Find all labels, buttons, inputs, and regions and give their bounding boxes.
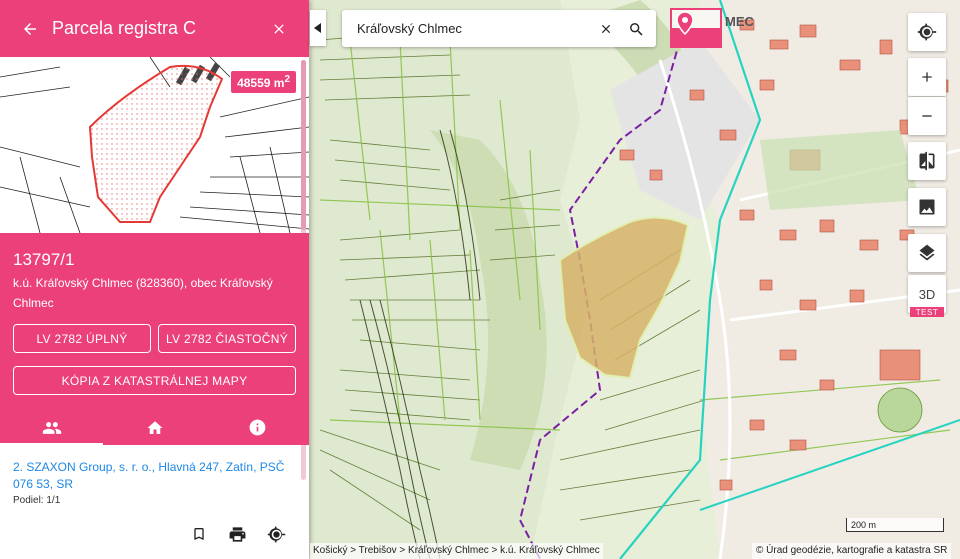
map-pin-icon <box>672 11 720 46</box>
panel-footer <box>0 507 309 559</box>
search-bar <box>342 10 656 47</box>
people-icon <box>42 421 61 434</box>
panel-tabs <box>0 410 309 445</box>
search-icon[interactable] <box>626 19 646 39</box>
compare-maps-button[interactable] <box>908 142 946 180</box>
info-icon <box>249 419 266 436</box>
parcel-info-section: 13797/1 k.ú. Kráľovský Chlmec (828360), … <box>0 233 309 445</box>
locate-parcel-icon[interactable] <box>265 523 287 545</box>
map-marker-icon <box>919 199 935 215</box>
pin-location-button[interactable] <box>670 8 722 48</box>
copyright-text: © Úrad geodézie, kartografie a katastra … <box>752 543 952 559</box>
owner-link[interactable]: 2. SZAXON Group, s. r. o., Hlavná 247, Z… <box>13 459 298 493</box>
town-label: MEC <box>725 14 754 29</box>
crosshair-icon <box>917 23 937 41</box>
minus-icon <box>922 115 932 117</box>
zoom-out-button[interactable] <box>908 97 946 135</box>
bookmark-icon[interactable] <box>188 523 210 545</box>
tab-owners[interactable] <box>0 410 103 445</box>
collapse-panel-button[interactable] <box>310 10 326 46</box>
owner-share: Podiel: 1/1 <box>13 495 61 506</box>
print-icon[interactable] <box>226 523 248 545</box>
breadcrumb: Košický > Trebišov > Kráľovský Chlmec > … <box>310 543 603 559</box>
tab-building[interactable] <box>103 410 206 445</box>
plus-icon <box>922 72 932 82</box>
map-search-button[interactable] <box>908 188 946 226</box>
parcel-detail-panel: Parcela registra C 48559 m2 13797/1 k.ú.… <box>0 0 309 559</box>
lv-partial-button[interactable]: LV 2782 ČIASTOČNÝ <box>158 324 296 353</box>
close-icon[interactable] <box>267 17 291 41</box>
area-value: 48559 m <box>237 76 285 90</box>
lv-full-button[interactable]: LV 2782 ÚPLNÝ <box>13 324 151 353</box>
clear-search-icon[interactable] <box>596 19 616 39</box>
layers-icon <box>919 244 935 261</box>
area-badge: 48559 m2 <box>230 70 297 94</box>
scale-bar: 200 m <box>846 518 944 532</box>
panel-header: Parcela registra C <box>0 0 309 57</box>
chevron-left-icon <box>314 23 321 33</box>
tab-info[interactable] <box>206 410 309 445</box>
search-input[interactable] <box>355 20 585 37</box>
zoom-in-button[interactable] <box>908 58 946 96</box>
home-icon <box>147 420 162 434</box>
panel-scrollbar-thumb[interactable] <box>301 60 306 230</box>
cadastral-map-copy-button[interactable]: KÓPIA Z KATASTRÁLNEJ MAPY <box>13 366 296 395</box>
area-unit-sup: 2 <box>284 74 290 85</box>
parcel-location: k.ú. Kráľovský Chlmec (828360), obec Krá… <box>13 276 273 310</box>
test-badge: TEST <box>910 307 944 317</box>
parcel-number: 13797/1 <box>13 250 75 269</box>
back-arrow-icon[interactable] <box>18 17 42 41</box>
panel-title: Parcela registra C <box>52 18 197 38</box>
my-location-button[interactable] <box>908 13 946 51</box>
tab-indicator <box>0 443 103 445</box>
layers-button[interactable] <box>908 234 946 272</box>
compare-icon <box>919 151 935 171</box>
